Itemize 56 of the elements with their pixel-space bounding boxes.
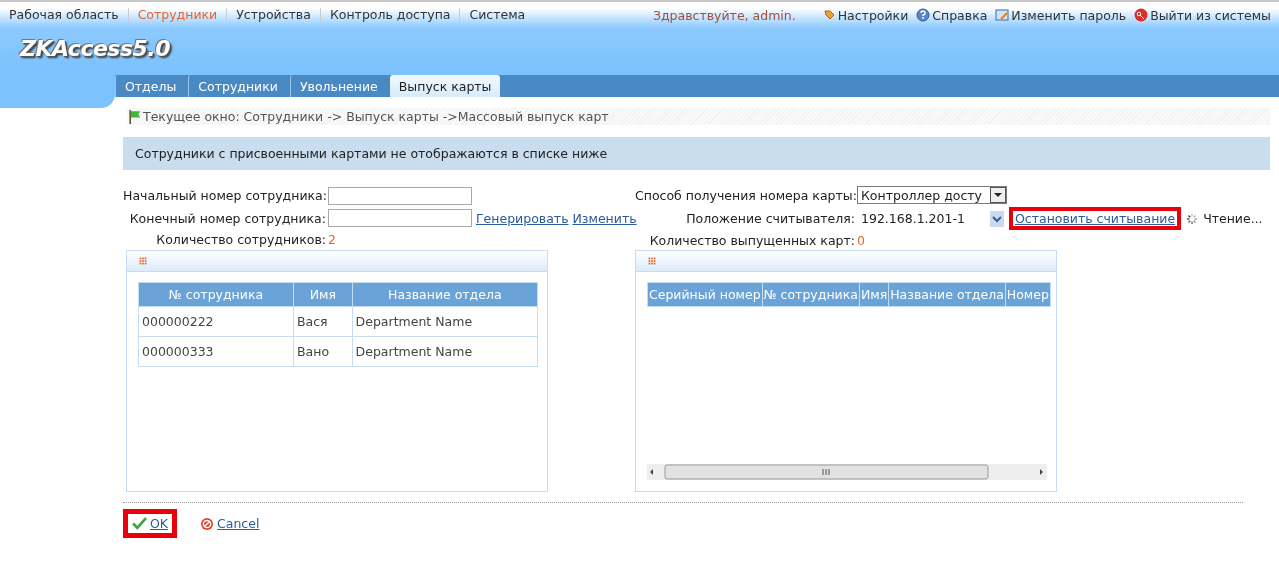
count-value: 0: [857, 233, 866, 248]
column-header: Имя: [859, 282, 889, 307]
key-icon: [1134, 8, 1149, 22]
column-header: Имя: [293, 282, 353, 307]
table-cell: Department Name: [352, 336, 538, 367]
table-cell: Вася: [293, 306, 353, 337]
column-header: Номер: [1005, 282, 1051, 307]
field-label: Способ получения номера карты:: [635, 187, 857, 203]
header-link[interactable]: Изменить пароль: [995, 7, 1127, 23]
nav-item[interactable]: Контроль доступа: [319, 8, 460, 22]
no-entry-icon: [200, 516, 215, 531]
grid-icon: [137, 255, 149, 267]
field-label: Конечный номер сотрудника:: [128, 211, 327, 226]
table-cell: 000000222: [138, 306, 294, 337]
header-link[interactable]: Выйти из системы: [1134, 7, 1271, 23]
grid-icon: [646, 255, 658, 267]
scrollbar[interactable]: [647, 464, 1047, 480]
table-cell: 000000333: [138, 336, 294, 367]
logo: ZKAccess5.0: [20, 36, 170, 61]
column-header: Название отдела: [888, 282, 1006, 307]
tag-icon: [821, 8, 836, 22]
nav-item[interactable]: Рабочая область: [0, 8, 128, 22]
column-header: № сотрудника: [138, 282, 294, 307]
cancel-button[interactable]: Cancel: [191, 509, 269, 538]
id-card-icon: [995, 8, 1010, 22]
field-label: Начальный номер сотрудника:: [123, 188, 328, 204]
input-field[interactable]: [328, 186, 472, 205]
table-cell: Department Name: [352, 306, 538, 337]
input-field[interactable]: [328, 209, 472, 228]
column-header: Название отдела: [352, 282, 538, 307]
nav-item[interactable]: Устройства: [226, 8, 320, 22]
flag-icon: [127, 109, 142, 124]
header-link[interactable]: Справка: [916, 7, 988, 23]
spinner-icon: [1185, 211, 1200, 226]
chevron-icon: [990, 210, 1004, 227]
greeting: Здравствуйте, admin.: [652, 7, 796, 23]
count-value: 2: [328, 232, 337, 248]
field-label: Положение считывателя:: [685, 211, 856, 226]
ok-button[interactable]: OK: [123, 509, 178, 538]
breadcrumb: Текущее окно: Сотрудники -> Выпуск карты ->Массовый выпуск карт: [143, 109, 609, 124]
notice-bar: Сотрудники с присвоенными картами не отображаются в списке ниже: [123, 137, 1270, 170]
table-cell: Вано: [293, 336, 353, 367]
check-icon: [132, 516, 147, 531]
help-icon: [916, 8, 931, 22]
header-link[interactable]: Настройки: [821, 7, 909, 23]
tab[interactable]: Выпуск карты: [389, 75, 501, 97]
generate-link[interactable]: Генерировать: [476, 211, 569, 226]
column-header: Серийный номер: [647, 282, 763, 307]
field-label: Количество выпущенных карт:: [648, 233, 856, 248]
stop-reading-link[interactable]: Остановить считывание: [1009, 207, 1182, 230]
change-link[interactable]: Изменить: [572, 211, 637, 226]
field-label: Количество сотрудников:: [155, 232, 327, 248]
column-header: № сотрудника: [762, 282, 860, 307]
dropdown[interactable]: Контроллер досту: [857, 186, 1007, 204]
reading-status: Чтение...: [1203, 211, 1263, 226]
nav-item[interactable]: Система: [459, 8, 535, 22]
